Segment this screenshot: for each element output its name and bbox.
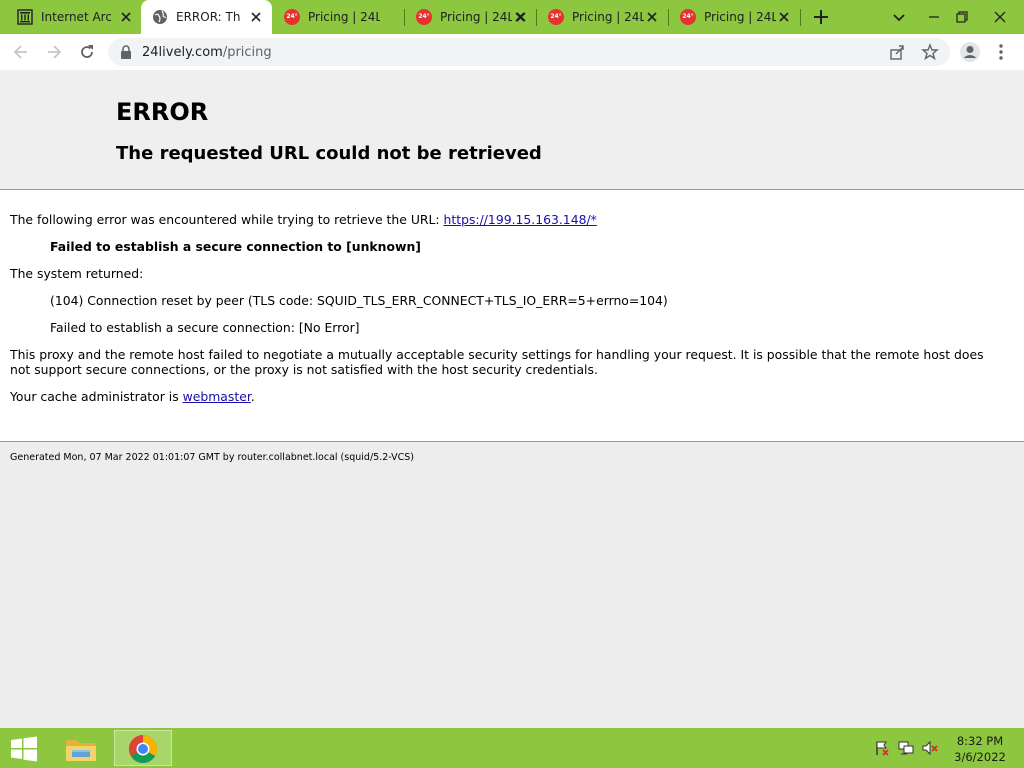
- new-tab-plus-icon[interactable]: [811, 7, 831, 27]
- reload-icon[interactable]: [77, 42, 97, 62]
- tab-pricing-3[interactable]: 24° Pricing | 24L: [537, 0, 667, 34]
- minimize-icon[interactable]: [922, 5, 946, 29]
- lock-icon[interactable]: [120, 45, 132, 59]
- tab-title: Pricing | 24L: [572, 10, 644, 24]
- network-icon[interactable]: [898, 740, 914, 756]
- error-subtitle: The requested URL could not be retrieved: [116, 143, 542, 164]
- tab-title: Pricing | 24L: [704, 10, 776, 24]
- restore-icon[interactable]: [950, 5, 974, 29]
- close-icon[interactable]: [644, 9, 660, 25]
- explanation-text: This proxy and the remote host failed to…: [10, 347, 984, 377]
- close-icon[interactable]: [118, 9, 134, 25]
- admin-text: Your cache administrator is: [10, 389, 183, 404]
- file-explorer-taskbar-button[interactable]: [52, 730, 110, 766]
- url-host: 24lively.com: [142, 45, 223, 60]
- failed-secure-text: Failed to establish a secure connection …: [50, 239, 421, 254]
- globe-icon: [153, 10, 167, 24]
- address-bar[interactable]: 24lively.com/pricing: [108, 38, 950, 66]
- windows-start-icon[interactable]: [10, 736, 38, 762]
- clock-time: 8:32 PM: [956, 734, 1004, 748]
- url-text: 24lively.com/pricing: [142, 45, 272, 60]
- more-menu-icon[interactable]: [994, 42, 1008, 62]
- 24lively-icon: 24°: [284, 9, 300, 25]
- tab-strip: Internet Arch ERROR: The r 24° Pricing |…: [0, 0, 1024, 34]
- tab-pricing-2[interactable]: 24° Pricing | 24L: [405, 0, 535, 34]
- 24lively-icon: 24°: [548, 9, 564, 25]
- encountered-text: The following error was encountered whil…: [10, 212, 444, 227]
- close-icon[interactable]: [512, 9, 528, 25]
- generated-text: Generated Mon, 07 Mar 2022 01:01:07 GMT …: [10, 452, 414, 463]
- tab-title: Internet Arch: [41, 10, 111, 24]
- error-code-text: (104) Connection reset by peer (TLS code…: [50, 293, 668, 308]
- tab-error[interactable]: ERROR: The r: [141, 0, 272, 34]
- close-window-icon[interactable]: [988, 5, 1012, 29]
- system-clock[interactable]: 8:32 PM 3/6/2022: [948, 733, 1012, 765]
- tab-title: ERROR: The r: [176, 10, 240, 24]
- no-error-text: Failed to establish a secure connection:…: [50, 320, 360, 335]
- admin-end: .: [250, 389, 255, 404]
- page-content: ERROR The requested URL could not be ret…: [0, 70, 1024, 728]
- bookmark-star-icon[interactable]: [921, 43, 939, 61]
- clock-date: 3/6/2022: [954, 750, 1006, 764]
- encountered-line: The following error was encountered whil…: [10, 212, 597, 227]
- tab-title: Pricing | 24L: [440, 10, 512, 24]
- 24lively-icon: 24°: [416, 9, 432, 25]
- archive-icon: [17, 9, 33, 25]
- back-arrow-icon[interactable]: [11, 42, 31, 62]
- share-icon[interactable]: [888, 43, 906, 61]
- windows-taskbar: 8:32 PM 3/6/2022: [0, 728, 1024, 768]
- error-header: ERROR The requested URL could not be ret…: [0, 70, 1024, 190]
- close-icon[interactable]: [776, 9, 792, 25]
- chrome-icon: [129, 735, 157, 763]
- tab-title: Pricing | 24L: [308, 10, 380, 24]
- error-url-link[interactable]: https://199.15.163.148/*: [444, 212, 597, 227]
- forward-arrow-icon[interactable]: [44, 42, 64, 62]
- error-title: ERROR: [116, 98, 209, 126]
- tab-internet-archive[interactable]: Internet Arch: [6, 0, 140, 34]
- tab-pricing-1[interactable]: 24° Pricing | 24L: [273, 0, 526, 34]
- action-center-flag-icon[interactable]: [874, 740, 890, 756]
- 24lively-icon: 24°: [680, 9, 696, 25]
- close-icon[interactable]: [248, 9, 264, 25]
- folder-icon: [66, 740, 96, 761]
- tab-separator: [800, 9, 801, 26]
- browser-toolbar: 24lively.com/pricing: [0, 34, 1024, 70]
- tab-pricing-4[interactable]: 24° Pricing | 24L: [669, 0, 799, 34]
- webmaster-link[interactable]: webmaster: [183, 389, 251, 404]
- url-path: /pricing: [222, 45, 272, 60]
- page-footer: Generated Mon, 07 Mar 2022 01:01:07 GMT …: [0, 442, 1024, 728]
- chrome-taskbar-button[interactable]: [114, 730, 172, 766]
- admin-line: Your cache administrator is webmaster.: [10, 389, 255, 404]
- volume-muted-icon[interactable]: [922, 740, 938, 756]
- chevron-down-icon[interactable]: [887, 5, 911, 29]
- profile-avatar-icon[interactable]: [959, 41, 981, 63]
- system-returned-text: The system returned:: [10, 266, 144, 281]
